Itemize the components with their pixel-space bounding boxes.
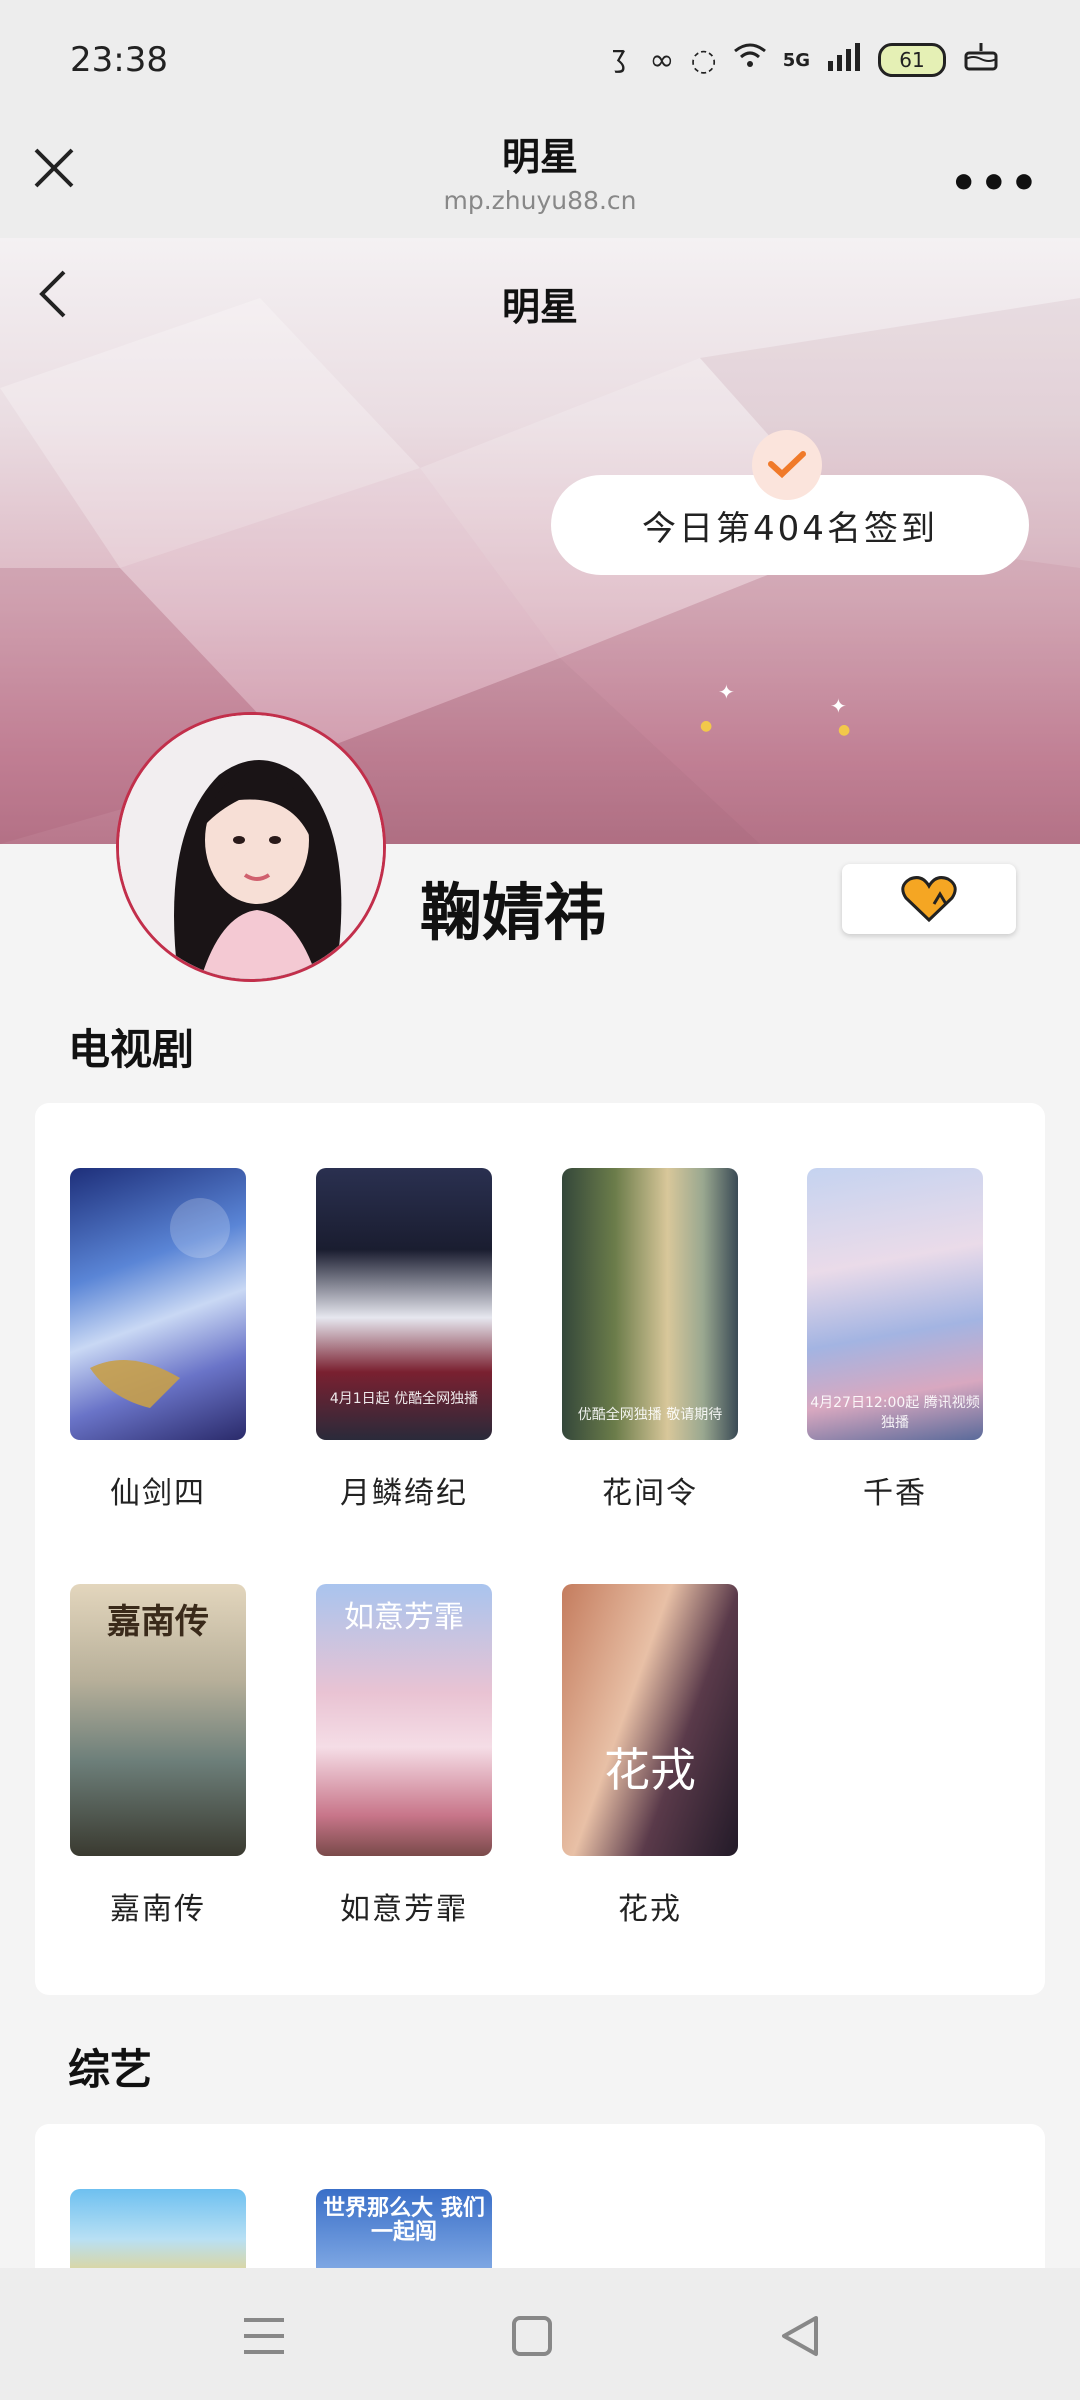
cake-icon xyxy=(962,39,1000,81)
system-nav-bar xyxy=(0,2268,1080,2400)
notification-icon: ㇌ xyxy=(603,46,634,81)
poster-caption: 4月27日12:00起 腾讯视频独播 xyxy=(810,1395,980,1431)
poster-caption: 花戎 xyxy=(604,1743,696,1797)
sparkle-icon: ● xyxy=(700,718,713,734)
poster-item-xianjian4[interactable]: 仙剑四 xyxy=(70,1168,246,1511)
status-icons: ㇌ ∞ ◌ 5G 61 xyxy=(604,38,1001,82)
heart-icon xyxy=(901,876,957,923)
nav-title: 明星 xyxy=(501,135,578,179)
poster: 4月1日起 优酷全网独播 xyxy=(316,1168,492,1440)
avatar xyxy=(116,712,386,982)
wifi-icon xyxy=(733,41,767,79)
poster-caption: 嘉南传 xyxy=(107,1602,209,1642)
back-nav-icon[interactable] xyxy=(772,2308,828,2364)
star-name: 鞠婧祎 xyxy=(420,876,607,949)
network-type: 5G xyxy=(782,49,810,71)
poster-label: 花间令 xyxy=(602,1476,698,1511)
check-icon xyxy=(752,430,822,500)
tv-section-title: 电视剧 xyxy=(68,1025,195,1074)
sparkle-icon: ✦ xyxy=(718,680,735,704)
signin-text: 今日第404名签到 xyxy=(642,508,938,549)
poster-item-huajianling[interactable]: 优酷全网独播 敬请期待 花间令 xyxy=(562,1168,738,1511)
home-icon[interactable] xyxy=(504,2308,560,2364)
poster-item-huarong[interactable]: 花戎 花戎 xyxy=(562,1584,738,1927)
battery-level: 61 xyxy=(899,48,925,72)
poster-caption: 如意芳霏 xyxy=(344,1600,464,1635)
poster-label: 如意芳霏 xyxy=(340,1892,468,1927)
poster-label: 嘉南传 xyxy=(110,1892,206,1927)
page-title: 明星 xyxy=(501,285,578,329)
status-bar: 23:38 ㇌ ∞ ◌ 5G 61 xyxy=(0,0,1080,120)
status-time: 23:38 xyxy=(70,40,168,80)
sparkle-icon: ● xyxy=(838,722,851,738)
menu-icon[interactable] xyxy=(236,2308,292,2364)
poster-caption: 优酷全网独播 敬请期待 xyxy=(577,1407,723,1423)
poster-item-jianan[interactable]: 嘉南传 嘉南传 xyxy=(70,1584,246,1927)
poster-caption: 世界那么大 我们一起闯 xyxy=(323,2196,485,2246)
more-button[interactable]: ••• xyxy=(950,158,1040,209)
follow-button[interactable] xyxy=(842,864,1016,934)
poster xyxy=(70,1168,246,1440)
poster-item-yuelin[interactable]: 4月1日起 优酷全网独播 月鳞绮纪 xyxy=(316,1168,492,1511)
poster: 4月27日12:00起 腾讯视频独播 xyxy=(807,1168,983,1440)
sparkle-icon: ✦ xyxy=(830,694,847,718)
signal-icon xyxy=(826,41,862,79)
poster-label: 月鳞绮纪 xyxy=(340,1476,468,1511)
mini-program-nav: 明星 mp.zhuyu88.cn ••• xyxy=(0,120,1080,238)
poster: 如意芳霏 xyxy=(316,1584,492,1856)
tv-card: 仙剑四 4月1日起 优酷全网独播 月鳞绮纪 优酷全网独播 敬请期待 花间令 4月… xyxy=(35,1103,1045,1995)
poster: 优酷全网独播 敬请期待 xyxy=(562,1168,738,1440)
battery-icon: 61 xyxy=(878,43,946,77)
poster: 嘉南传 xyxy=(70,1584,246,1856)
poster-label: 仙剑四 xyxy=(110,1476,206,1511)
poster-item-ruyi[interactable]: 如意芳霏 如意芳霏 xyxy=(316,1584,492,1927)
poster: 花戎 xyxy=(562,1584,738,1856)
variety-section-title: 综艺 xyxy=(68,2045,153,2094)
poster-label: 花戎 xyxy=(618,1892,682,1927)
poster-caption: 4月1日起 优酷全网独播 xyxy=(329,1391,479,1407)
poster-label: 千香 xyxy=(863,1476,927,1511)
poster-item-qianxiang[interactable]: 4月27日12:00起 腾讯视频独播 千香 xyxy=(807,1168,983,1511)
nav-url: mp.zhuyu88.cn xyxy=(443,186,637,215)
infinity-icon: ∞ xyxy=(649,42,675,78)
cat-icon: ◌ xyxy=(690,42,717,78)
